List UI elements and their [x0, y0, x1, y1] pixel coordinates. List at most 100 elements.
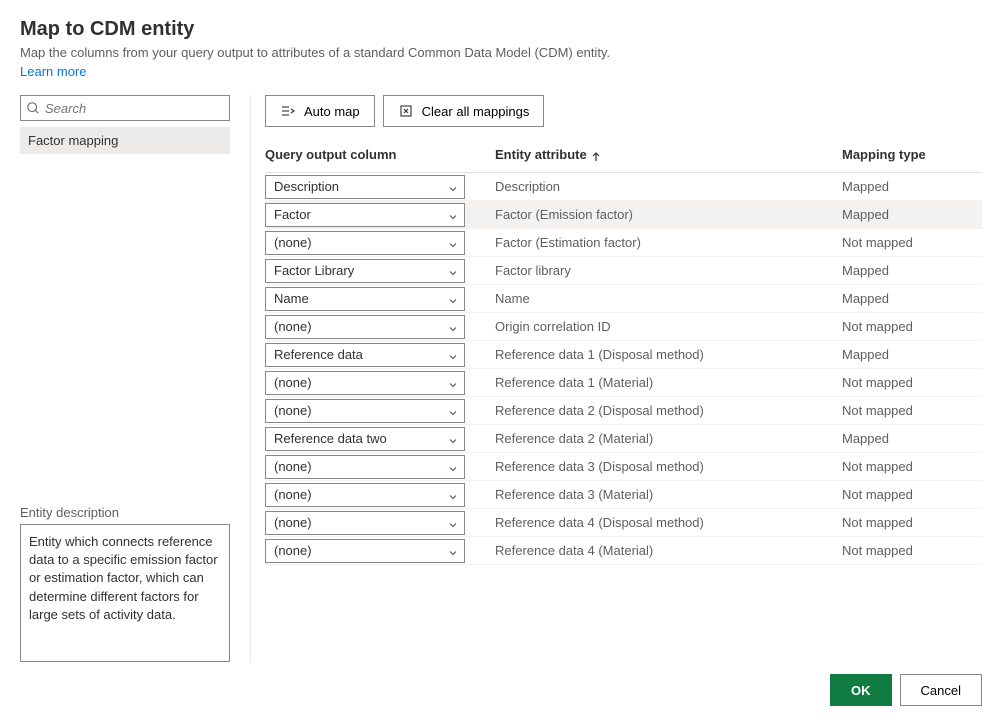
query-column-select[interactable]: Factor: [265, 203, 465, 227]
select-value: Reference data: [274, 347, 363, 362]
header-mapping-type[interactable]: Mapping type: [842, 147, 982, 162]
mapping-type-cell: Not mapped: [842, 375, 982, 390]
chevron-down-icon: [448, 238, 458, 248]
select-value: Name: [274, 291, 309, 306]
clear-all-mappings-button[interactable]: Clear all mappings: [383, 95, 545, 127]
chevron-down-icon: [448, 462, 458, 472]
chevron-down-icon: [448, 518, 458, 528]
chevron-down-icon: [448, 322, 458, 332]
table-row[interactable]: (none)Origin correlation IDNot mapped: [265, 313, 982, 341]
search-box[interactable]: [20, 95, 230, 121]
query-column-select[interactable]: Reference data: [265, 343, 465, 367]
entity-attribute-cell: Reference data 2 (Disposal method): [495, 403, 842, 418]
auto-map-button[interactable]: Auto map: [265, 95, 375, 127]
chevron-down-icon: [448, 546, 458, 556]
query-column-select[interactable]: (none): [265, 231, 465, 255]
query-column-select[interactable]: (none): [265, 539, 465, 563]
entity-attribute-cell: Reference data 4 (Material): [495, 543, 842, 558]
entity-attribute-cell: Description: [495, 179, 842, 194]
query-column-select[interactable]: Factor Library: [265, 259, 465, 283]
ok-button[interactable]: OK: [830, 674, 892, 706]
entity-list: Factor mapping: [20, 127, 230, 154]
mapping-type-cell: Not mapped: [842, 235, 982, 250]
mapping-type-cell: Not mapped: [842, 543, 982, 558]
table-row[interactable]: Reference data Reference data 1 (Disposal…: [265, 341, 982, 369]
entity-attribute-cell: Factor (Estimation factor): [495, 235, 842, 250]
entity-attribute-cell: Reference data 1 (Material): [495, 375, 842, 390]
query-column-select[interactable]: (none): [265, 455, 465, 479]
mapping-type-cell: Mapped: [842, 263, 982, 278]
mapping-type-cell: Mapped: [842, 291, 982, 306]
auto-map-label: Auto map: [304, 104, 360, 119]
chevron-down-icon: [448, 294, 458, 304]
table-row[interactable]: (none) Reference data 4 (Disposal method)…: [265, 509, 982, 537]
mapping-type-cell: Mapped: [842, 431, 982, 446]
chevron-down-icon: [448, 406, 458, 416]
mapping-type-cell: Not mapped: [842, 515, 982, 530]
entity-attribute-cell: Factor library: [495, 263, 842, 278]
select-value: (none): [274, 235, 312, 250]
entity-list-item[interactable]: Factor mapping: [20, 127, 230, 154]
select-value: Reference data two: [274, 431, 387, 446]
clear-all-label: Clear all mappings: [422, 104, 530, 119]
table-row[interactable]: (none) Reference data 1 (Material)Not map…: [265, 369, 982, 397]
learn-more-link[interactable]: Learn more: [20, 64, 982, 79]
header-entity-attribute[interactable]: Entity attribute: [495, 147, 842, 162]
cancel-button[interactable]: Cancel: [900, 674, 982, 706]
search-input[interactable]: [20, 95, 230, 121]
entity-description-label: Entity description: [20, 505, 230, 520]
table-row[interactable]: (none) Reference data 4 (Material)Not map…: [265, 537, 982, 565]
search-icon: [26, 101, 40, 115]
entity-attribute-cell: Reference data 2 (Material): [495, 431, 842, 446]
table-row[interactable]: (none) Reference data 3 (Disposal method)…: [265, 453, 982, 481]
entity-attribute-cell: Reference data 1 (Disposal method): [495, 347, 842, 362]
table-row[interactable]: Factor Factor (Emission factor)Mapped: [265, 201, 982, 229]
table-row[interactable]: (none) Reference data 2 (Disposal method)…: [265, 397, 982, 425]
select-value: (none): [274, 459, 312, 474]
table-row[interactable]: (none) Factor (Estimation factor)Not mapp…: [265, 229, 982, 257]
auto-map-icon: [280, 103, 296, 119]
query-column-select[interactable]: Reference data two: [265, 427, 465, 451]
entity-attribute-cell: Name: [495, 291, 842, 306]
select-value: (none): [274, 515, 312, 530]
query-column-select[interactable]: Description: [265, 175, 465, 199]
select-value: Factor Library: [274, 263, 354, 278]
select-value: (none): [274, 319, 312, 334]
mapping-type-cell: Not mapped: [842, 487, 982, 502]
chevron-down-icon: [448, 434, 458, 444]
table-row[interactable]: (none) Reference data 3 (Material)Not map…: [265, 481, 982, 509]
chevron-down-icon: [448, 378, 458, 388]
table-row[interactable]: DescriptionDescriptionMapped: [265, 173, 982, 201]
select-value: Description: [274, 179, 339, 194]
entity-description-text: Entity which connects reference data to …: [20, 524, 230, 662]
vertical-separator: [250, 95, 251, 662]
table-row[interactable]: Factor Library Factor libraryMapped: [265, 257, 982, 285]
chevron-down-icon: [448, 350, 458, 360]
mapping-type-cell: Mapped: [842, 347, 982, 362]
query-column-select[interactable]: Name: [265, 287, 465, 311]
table-row[interactable]: Reference data two Reference data 2 (Mate…: [265, 425, 982, 453]
chevron-down-icon: [448, 490, 458, 500]
chevron-down-icon: [448, 182, 458, 192]
query-column-select[interactable]: (none): [265, 511, 465, 535]
entity-attribute-cell: Reference data 3 (Disposal method): [495, 459, 842, 474]
query-column-select[interactable]: (none): [265, 315, 465, 339]
entity-attribute-cell: Reference data 3 (Material): [495, 487, 842, 502]
query-column-select[interactable]: (none): [265, 399, 465, 423]
query-column-select[interactable]: (none): [265, 371, 465, 395]
mapping-type-cell: Mapped: [842, 207, 982, 222]
query-column-select[interactable]: (none): [265, 483, 465, 507]
sort-ascending-icon: [591, 150, 601, 160]
mapping-type-cell: Not mapped: [842, 403, 982, 418]
select-value: (none): [274, 487, 312, 502]
select-value: (none): [274, 375, 312, 390]
entity-attribute-cell: Origin correlation ID: [495, 319, 842, 334]
entity-attribute-cell: Reference data 4 (Disposal method): [495, 515, 842, 530]
select-value: (none): [274, 543, 312, 558]
page-subtitle: Map the columns from your query output t…: [20, 45, 982, 60]
chevron-down-icon: [448, 210, 458, 220]
entity-attribute-cell: Factor (Emission factor): [495, 207, 842, 222]
page-title: Map to CDM entity: [20, 18, 982, 41]
table-row[interactable]: NameNameMapped: [265, 285, 982, 313]
header-query-output-column[interactable]: Query output column: [265, 147, 495, 162]
